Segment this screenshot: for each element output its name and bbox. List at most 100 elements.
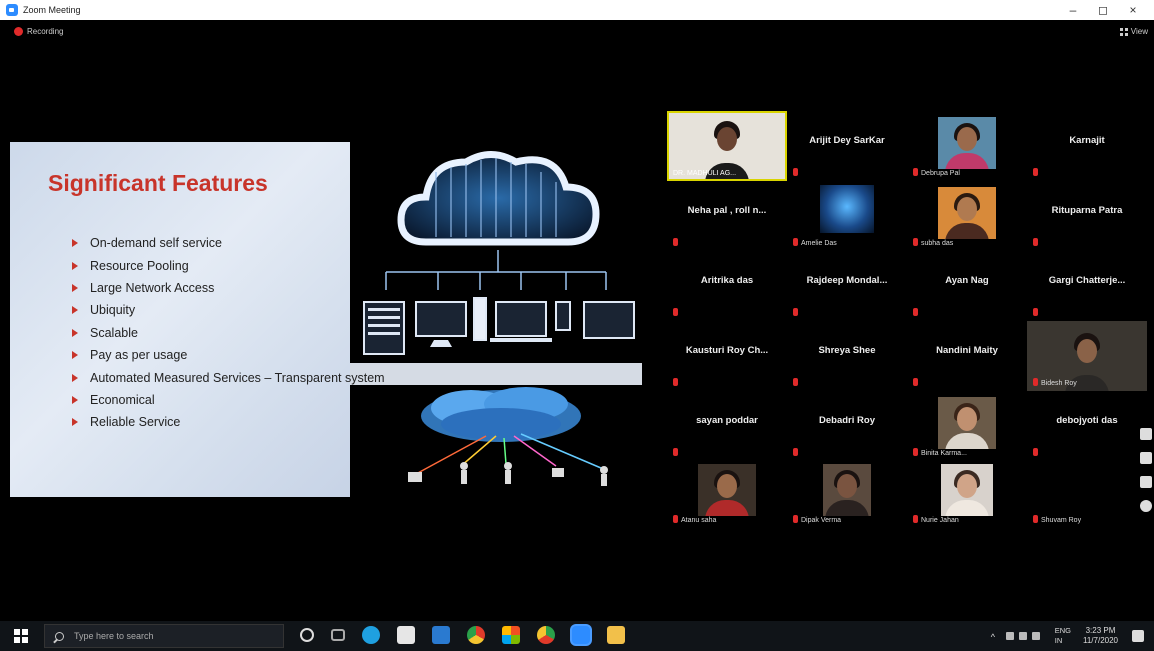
- battery-icon[interactable]: [1005, 632, 1014, 640]
- task-view-icon[interactable]: [331, 629, 345, 641]
- participant-tile[interactable]: Gargi Chatterje...: [1027, 251, 1147, 321]
- taskbar-clock[interactable]: 3:23 PM 11/7/2020: [1083, 626, 1118, 646]
- notification-icon[interactable]: [1132, 630, 1144, 642]
- video-icon[interactable]: [1140, 452, 1152, 464]
- minimize-button[interactable]: –: [1058, 3, 1088, 17]
- muted-mic-icon: [793, 448, 798, 456]
- bullet-icon: [72, 261, 78, 270]
- participant-name: Shreya Shee: [818, 345, 876, 356]
- cortana-icon[interactable]: [300, 628, 314, 642]
- participant-tile[interactable]: Arijit Dey SarKar: [787, 111, 907, 181]
- view-button[interactable]: View: [1119, 27, 1148, 36]
- participant-tile[interactable]: Karnajit: [1027, 111, 1147, 181]
- muted-mic-icon: [793, 515, 798, 523]
- participant-tile[interactable]: DR. MADHULI AG...: [667, 111, 787, 181]
- participant-tile[interactable]: Shreya Shee: [787, 321, 907, 391]
- bullet-icon: [72, 306, 78, 315]
- participant-tile[interactable]: Debadri Roy: [787, 391, 907, 461]
- tray-icons: ^: [991, 632, 1045, 642]
- participant-name: Nurie Jahan: [921, 517, 959, 524]
- participant-name: subha das: [921, 240, 954, 247]
- participant-name: Nandini Maity: [936, 345, 998, 356]
- participant-tile[interactable]: Shuvam Roy: [1027, 458, 1147, 528]
- network-cloud-illustration: [376, 386, 626, 496]
- grid-icon: [1119, 27, 1128, 36]
- participant-name: Ayan Nag: [945, 275, 989, 286]
- slide-title: Significant Features: [48, 170, 268, 196]
- participant-name: Aritrika das: [700, 275, 754, 286]
- chevron-up-icon[interactable]: ^: [991, 632, 1001, 642]
- participant-tile[interactable]: subha das: [907, 181, 1027, 251]
- participant-tile[interactable]: Nurie Jahan: [907, 458, 1027, 528]
- muted-mic-icon: [1033, 168, 1038, 176]
- edge-icon[interactable]: [362, 626, 380, 644]
- muted-mic-icon: [913, 168, 918, 176]
- participant-avatar: [820, 185, 874, 233]
- muted-mic-icon: [1033, 308, 1038, 316]
- muted-mic-icon: [673, 448, 678, 456]
- windows-app-icon[interactable]: [502, 626, 520, 644]
- bullet-icon: [72, 351, 78, 360]
- participant-name: Shuvam Roy: [1041, 517, 1082, 524]
- gear-icon[interactable]: [1140, 500, 1152, 512]
- muted-mic-icon: [793, 308, 798, 316]
- clock-date: 11/7/2020: [1083, 636, 1118, 645]
- participant-tile[interactable]: Atanu saha: [667, 458, 787, 528]
- volume-icon[interactable]: [1031, 632, 1040, 640]
- language-indicator[interactable]: ENG IN: [1055, 626, 1071, 646]
- zoom-logo-icon: [6, 4, 18, 16]
- participant-name: Arijit Dey SarKar: [809, 135, 885, 146]
- participant-name: Binita Karma...: [921, 450, 967, 457]
- muted-mic-icon: [673, 308, 678, 316]
- participant-tile[interactable]: Rituparna Patra: [1027, 181, 1147, 251]
- participant-tile[interactable]: debojyoti das: [1027, 391, 1147, 461]
- participant-tile[interactable]: Debrupa Pal: [907, 111, 1027, 181]
- participant-tile[interactable]: Kausturi Roy Ch...: [667, 321, 787, 391]
- participant-name: Kausturi Roy Ch...: [685, 345, 769, 356]
- network-icon[interactable]: [1018, 632, 1027, 640]
- participant-tile[interactable]: Ayan Nag: [907, 251, 1027, 321]
- share-icon[interactable]: [1140, 476, 1152, 488]
- recording-indicator[interactable]: Recording: [14, 27, 63, 36]
- participant-name: Neha pal , roll n...: [687, 205, 767, 216]
- participant-tile[interactable]: Bidesh Roy: [1027, 321, 1147, 391]
- participant-tile[interactable]: Neha pal , roll n...: [667, 181, 787, 251]
- store-icon[interactable]: [397, 626, 415, 644]
- muted-mic-icon: [1033, 515, 1038, 523]
- muted-mic-icon: [793, 378, 798, 386]
- participant-name: debojyoti das: [1056, 415, 1118, 426]
- title-bar: Zoom Meeting – ◻ ×: [0, 0, 1154, 20]
- close-button[interactable]: ×: [1118, 3, 1148, 17]
- chrome-icon-2[interactable]: [537, 626, 555, 644]
- muted-mic-icon: [793, 238, 798, 246]
- bullet-icon: [72, 373, 78, 382]
- muted-mic-icon: [793, 168, 798, 176]
- participant-tile[interactable]: Amelie Das: [787, 181, 907, 251]
- participant-tile[interactable]: Dipak Verma: [787, 458, 907, 528]
- camera-icon[interactable]: [1140, 428, 1152, 440]
- participant-name: Karnajit: [1069, 135, 1105, 146]
- start-button-icon[interactable]: [14, 629, 28, 643]
- participant-tile[interactable]: Binita Karma...: [907, 391, 1027, 461]
- taskbar-search-input[interactable]: Type here to search: [44, 624, 284, 648]
- participant-tile[interactable]: Rajdeep Mondal...: [787, 251, 907, 321]
- file-explorer-icon[interactable]: [607, 626, 625, 644]
- participant-name: Debrupa Pal: [921, 170, 960, 177]
- muted-mic-icon: [913, 448, 918, 456]
- chrome-icon[interactable]: [467, 626, 485, 644]
- mail-icon[interactable]: [432, 626, 450, 644]
- participant-tile[interactable]: Nandini Maity: [907, 321, 1027, 391]
- maximize-button[interactable]: ◻: [1088, 3, 1118, 17]
- muted-mic-icon: [1033, 238, 1038, 246]
- participant-video: [938, 397, 996, 449]
- zoom-app-icon[interactable]: [572, 626, 590, 644]
- zoom-window: Zoom Meeting – ◻ × Recording View Signif…: [0, 0, 1154, 651]
- participant-tile[interactable]: Aritrika das: [667, 251, 787, 321]
- participant-video: [938, 187, 996, 239]
- participant-tile[interactable]: sayan poddar: [667, 391, 787, 461]
- clock-time: 3:23 PM: [1085, 626, 1116, 635]
- participant-name: DR. MADHULI AG...: [673, 170, 737, 177]
- participant-name: Amelie Das: [801, 240, 837, 247]
- bullet-icon: [72, 239, 78, 248]
- muted-mic-icon: [913, 378, 918, 386]
